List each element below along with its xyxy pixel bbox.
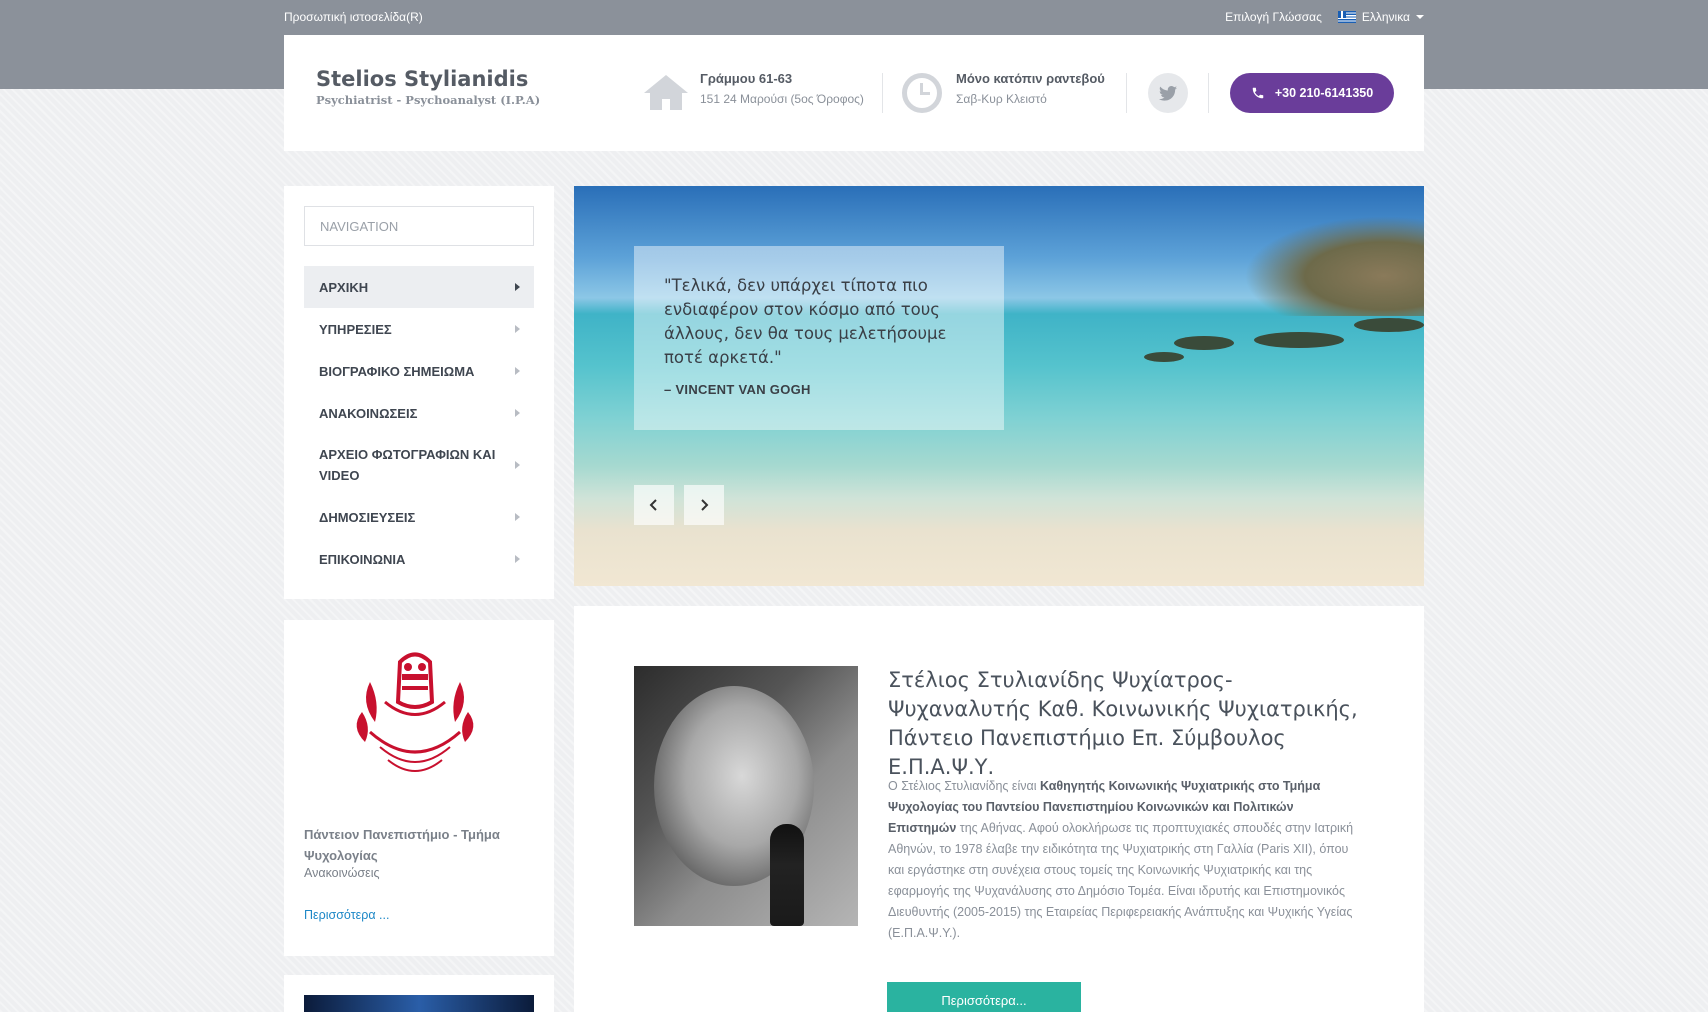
panteion-university-logo (356, 652, 474, 772)
caret-right-icon (515, 409, 520, 417)
sidebar-item-announcements[interactable]: ΑΝΑΚΟΙΝΩΣΕΙΣ (304, 392, 534, 434)
hours-sub: Σαβ-Κυρ Κλειστό (956, 92, 1047, 106)
caret-right-icon (515, 283, 520, 291)
sidebar-item-label: ΑΝΑΚΟΙΝΩΣΕΙΣ (319, 405, 418, 421)
sidebar-item-label: ΕΠΙΚΟΙΝΩΝΙΑ (319, 551, 406, 567)
sidebar-item-biography[interactable]: ΒΙΟΓΡΑΦΙΚΟ ΣΗΜΕΙΩΜΑ (304, 350, 534, 392)
bio-rest: της Αθήνας. Αφού ολοκλήρωσε τις προπτυχι… (888, 821, 1354, 940)
sidebar-item-home[interactable]: ΑΡΧΙΚΗ (304, 266, 534, 308)
sidebar-item-label: ΔΗΜΟΣΙΕΥΣΕΙΣ (319, 509, 416, 525)
sidebar-item-contact[interactable]: ΕΠΙΚΟΙΝΩΝΙΑ (304, 538, 534, 580)
address-info: Γράμμου 61-63 151 24 Μαρούσι (5ος Όροφος… (700, 71, 864, 106)
chevron-left-icon (649, 499, 657, 511)
slide-image-land (1244, 216, 1424, 316)
sidebar-item-services[interactable]: ΥΠΗΡΕΣΙΕΣ (304, 308, 534, 350)
twitter-button[interactable] (1148, 73, 1188, 113)
site-label: Προσωπική ιστοσελίδα(R) (284, 10, 423, 24)
home-icon (644, 75, 688, 111)
call-button[interactable]: +30 210-6141350 (1230, 73, 1394, 113)
phone-icon (1252, 87, 1264, 99)
more-button[interactable]: Περισσότερα... (887, 982, 1081, 1012)
twitter-icon (1159, 85, 1177, 101)
sidebar-item-publications[interactable]: ΔΗΜΟΣΙΕΥΣΕΙΣ (304, 496, 534, 538)
divider (882, 73, 883, 113)
chevron-down-icon[interactable] (1416, 15, 1424, 19)
greek-flag-icon (1337, 11, 1356, 23)
caret-right-icon (515, 325, 520, 333)
page-title: Στέλιος Στυλιανίδης Ψυχίατρος-Ψυχαναλυτή… (888, 668, 1358, 779)
clock-icon (902, 73, 942, 113)
navigation-input[interactable] (304, 206, 534, 246)
divider (1208, 73, 1209, 113)
video-thumbnail[interactable] (304, 995, 534, 1012)
caret-right-icon (515, 513, 520, 521)
address-title: Γράμμου 61-63 (700, 71, 793, 86)
hero-slider: "Τελικά, δεν υπάρχει τίποτα πιο ενδιαφέρ… (574, 186, 1424, 586)
slider-next-button[interactable] (684, 485, 724, 525)
sidebar-item-label: ΥΠΗΡΕΣΙΕΣ (319, 321, 392, 337)
divider (1126, 73, 1127, 113)
menu-list: ΑΡΧΙΚΗ ΥΠΗΡΕΣΙΕΣ ΒΙΟΓΡΑΦΙΚΟ ΣΗΜΕΙΩΜΑ ΑΝΑ… (304, 266, 534, 580)
bio-intro: Ο Στέλιος Στυλιανίδης είναι (888, 779, 1040, 793)
quote-author: – VINCENT VAN GOGH (664, 382, 811, 397)
card-more-link[interactable]: Περισσότερα ... (304, 908, 389, 922)
language-value[interactable]: Ελληνικα (1362, 10, 1410, 24)
main-content: Στέλιος Στυλιανίδης Ψυχίατρος-Ψυχαναλυτή… (574, 606, 1424, 1012)
language-label: Επιλογή Γλώσσας (1225, 10, 1322, 24)
sidebar-item-label: ΒΙΟΓΡΑΦΙΚΟ ΣΗΜΕΙΩΜΑ (319, 363, 475, 379)
caret-right-icon (515, 555, 520, 563)
caret-right-icon (515, 461, 520, 469)
card-subtitle: Ανακοινώσεις (304, 866, 380, 880)
video-card (284, 975, 554, 1012)
sidebar-item-media-archive[interactable]: ΑΡΧΕΙΟ ΦΩΤΟΓΡΑΦΙΩΝ ΚΑΙ VIDEO (304, 434, 534, 496)
slider-prev-button[interactable] (634, 485, 674, 525)
quote-box: "Τελικά, δεν υπάρχει τίποτα πιο ενδιαφέρ… (634, 246, 1004, 430)
microphone-icon (770, 824, 804, 926)
language-selector[interactable]: Επιλογή Γλώσσας Ελληνικα (1225, 10, 1424, 24)
phone-number: +30 210-6141350 (1274, 86, 1374, 100)
brand-tagline: Psychiatrist - Psychoanalyst (I.P.A) (316, 93, 541, 107)
brand-name[interactable]: Stelios Stylianidis (316, 67, 540, 91)
caret-right-icon (515, 367, 520, 375)
sidebar-nav: ΑΡΧΙΚΗ ΥΠΗΡΕΣΙΕΣ ΒΙΟΓΡΑΦΙΚΟ ΣΗΜΕΙΩΜΑ ΑΝΑ… (284, 186, 554, 599)
panteion-card: Πάντειον Πανεπιστήμιο - Τμήμα Ψυχολογίας… (284, 620, 554, 956)
quote-text: "Τελικά, δεν υπάρχει τίποτα πιο ενδιαφέρ… (664, 276, 947, 367)
slide-image-rocks (1134, 306, 1424, 366)
site-header: Stelios Stylianidis Psychiatrist - Psych… (284, 35, 1424, 151)
brand[interactable]: Stelios Stylianidis Psychiatrist - Psych… (316, 67, 540, 107)
chevron-right-icon (701, 499, 709, 511)
card-title: Πάντειον Πανεπιστήμιο - Τμήμα Ψυχολογίας (304, 827, 500, 863)
sidebar-item-label: ΑΡΧΙΚΗ (319, 279, 369, 295)
top-bar: Προσωπική ιστοσελίδα(R) Επιλογή Γλώσσας … (284, 0, 1424, 34)
hours-title: Μόνο κατόπιν ραντεβού (956, 71, 1105, 86)
bio-text: Ο Στέλιος Στυλιανίδης είναι Καθηγητής Κο… (888, 776, 1364, 944)
sidebar-item-label: ΑΡΧΕΙΟ ΦΩΤΟΓΡΑΦΙΩΝ ΚΑΙ VIDEO (319, 447, 496, 483)
hours-info: Μόνο κατόπιν ραντεβού Σαβ-Κυρ Κλειστό (956, 71, 1105, 106)
portrait-photo (634, 666, 858, 926)
address-sub: 151 24 Μαρούσι (5ος Όροφος) (700, 92, 864, 106)
